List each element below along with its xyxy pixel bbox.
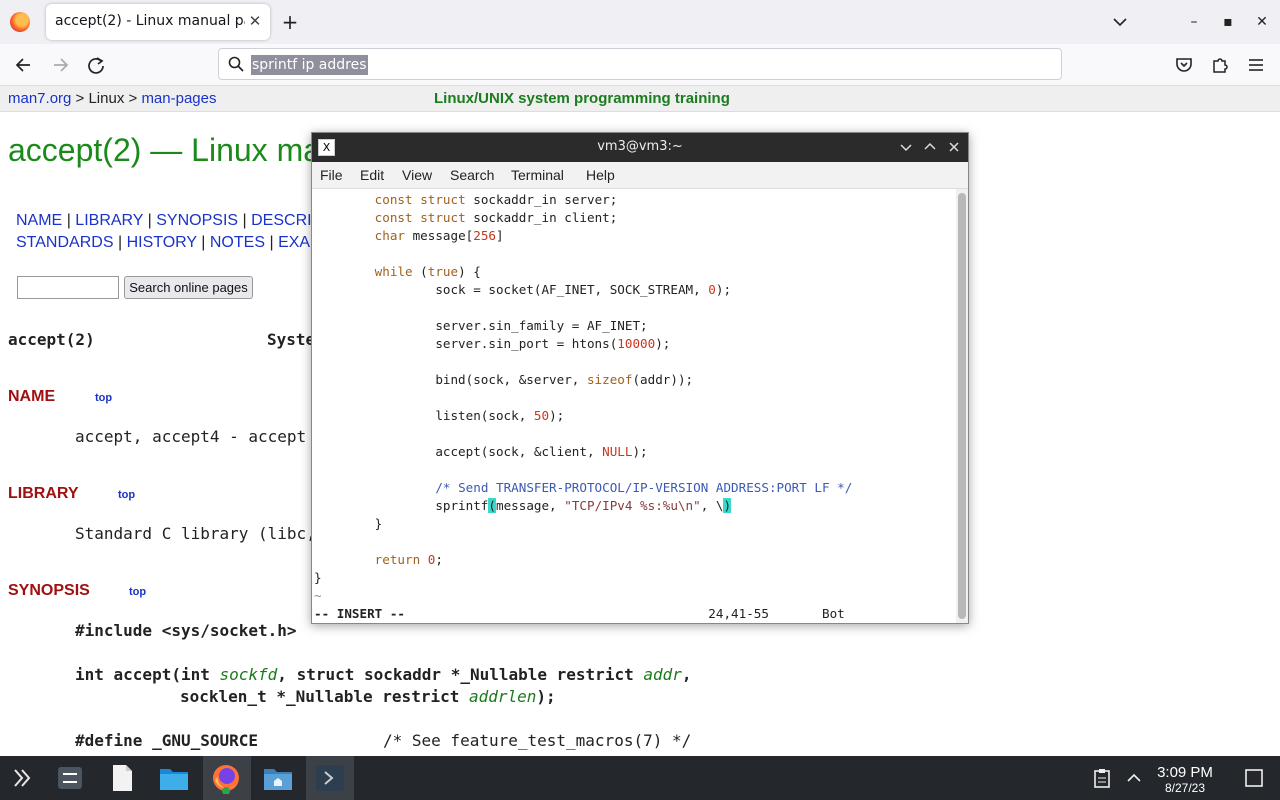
section-link-library[interactable]: LIBRARY [75, 212, 143, 229]
synopsis-define-comment: /* See feature_test_macros(7) */ [383, 731, 692, 750]
home-folder-icon[interactable] [262, 762, 294, 794]
taskbar: 3:09 PM 8/27/23 [0, 756, 1280, 800]
clipboard-icon[interactable] [1090, 766, 1114, 790]
extensions-puzzle-icon[interactable] [1208, 53, 1232, 77]
crumb-man-pages[interactable]: man-pages [141, 90, 216, 107]
search-online-pages-button[interactable]: Search online pages [124, 276, 253, 299]
library-heading: LIBRARY [8, 485, 79, 502]
system-settings-icon[interactable] [54, 762, 86, 794]
firefox-logo-icon[interactable] [10, 12, 30, 32]
section-link-notes[interactable]: NOTES [210, 234, 265, 251]
section-link-standards[interactable]: STANDARDS [16, 234, 114, 251]
clock[interactable]: 3:09 PM 8/27/23 [1146, 764, 1224, 795]
close-tab-icon[interactable]: ✕ [244, 10, 266, 32]
top-link[interactable]: top [129, 586, 146, 598]
reload-icon[interactable] [82, 52, 110, 78]
top-link[interactable]: top [118, 489, 135, 501]
menu-search[interactable]: Search [450, 167, 494, 183]
crumb-sep: > Linux > [71, 90, 142, 107]
scrollbar-thumb[interactable] [958, 193, 966, 619]
address-bar[interactable]: sprintf ip addres [218, 48, 1062, 80]
menu-view[interactable]: View [402, 167, 432, 183]
menu-file[interactable]: File [320, 167, 343, 183]
tab-title: accept(2) - Linux manual page [55, 13, 245, 29]
synopsis-define: #define _GNU_SOURCE [75, 731, 259, 750]
terminal-title: vm3@vm3:~ [597, 139, 683, 154]
menu-help[interactable]: Help [586, 167, 615, 183]
crumb-man7[interactable]: man7.org [8, 90, 71, 107]
breadcrumb: man7.org > Linux > man-pages Linux/UNIX … [0, 86, 1280, 112]
name-heading: NAME [8, 388, 56, 405]
browser-nav-bar: sprintf ip addres [0, 44, 1280, 86]
synopsis-proto-line2: socklen_t *_Nullable restrict addrlen); [180, 687, 556, 706]
minimize-button[interactable]: – [1182, 10, 1206, 34]
terminal-menu-bar: File Edit View Search Terminal Help [312, 162, 968, 189]
terminal-title-bar[interactable]: X vm3@vm3:~ [312, 133, 968, 162]
section-link-history[interactable]: HISTORY [127, 234, 197, 251]
app-launcher-icon[interactable] [6, 762, 38, 794]
address-bar-text[interactable]: sprintf ip addres [251, 55, 368, 75]
menu-terminal[interactable]: Terminal [511, 167, 564, 183]
vim-code-buffer: const struct sockaddr_in server; const s… [314, 192, 853, 621]
forward-arrow-icon[interactable] [46, 52, 74, 78]
maximize-icon[interactable] [920, 137, 940, 157]
section-link-name[interactable]: NAME [16, 212, 62, 229]
show-desktop-icon[interactable] [1242, 766, 1266, 790]
top-link[interactable]: top [95, 392, 112, 404]
man-search-input[interactable] [17, 276, 119, 299]
back-arrow-icon[interactable] [10, 52, 38, 78]
files-folder-icon[interactable] [158, 762, 190, 794]
terminal-scrollbar[interactable] [956, 189, 968, 623]
menu-edit[interactable]: Edit [360, 167, 384, 183]
list-all-tabs-chevron-icon[interactable] [1108, 10, 1132, 34]
tray-expand-chevron-icon[interactable] [1122, 766, 1146, 790]
search-icon [227, 55, 245, 73]
new-tab-button[interactable]: + [278, 10, 302, 34]
close-window-button[interactable]: ✕ [1250, 10, 1274, 34]
maximize-button[interactable]: ▪ [1216, 10, 1240, 34]
text-editor-icon[interactable] [106, 762, 138, 794]
synopsis-heading: SYNOPSIS [8, 582, 90, 599]
synopsis-proto-line1: int accept(int sockfd, struct sockaddr *… [75, 665, 692, 684]
clock-time: 3:09 PM [1157, 764, 1213, 781]
clock-date: 8/27/23 [1164, 781, 1206, 795]
terminal-content[interactable]: const struct sockaddr_in server; const s… [312, 189, 956, 623]
desktop: accept(2) - Linux manual page ✕ + – ▪ ✕ … [0, 0, 1280, 800]
terminal-window[interactable]: X vm3@vm3:~ File Edit View Search Termin… [311, 132, 969, 624]
menu-hamburger-icon[interactable] [1244, 53, 1268, 77]
tab-accept-manpage[interactable]: accept(2) - Linux manual page ✕ [46, 4, 270, 40]
close-icon[interactable] [944, 137, 964, 157]
pocket-icon[interactable] [1172, 53, 1196, 77]
firefox-taskbar-icon[interactable] [210, 762, 242, 795]
minimize-icon[interactable] [896, 137, 916, 157]
section-link-synopsis[interactable]: SYNOPSIS [156, 212, 238, 229]
synopsis-include: #include <sys/socket.h> [75, 621, 297, 640]
man-header-left: accept(2) [8, 330, 95, 349]
browser-tab-bar: accept(2) - Linux manual page ✕ + – ▪ ✕ [0, 0, 1280, 44]
terminal-taskbar-icon[interactable] [314, 762, 346, 794]
training-link[interactable]: Linux/UNIX system programming training [434, 90, 730, 107]
